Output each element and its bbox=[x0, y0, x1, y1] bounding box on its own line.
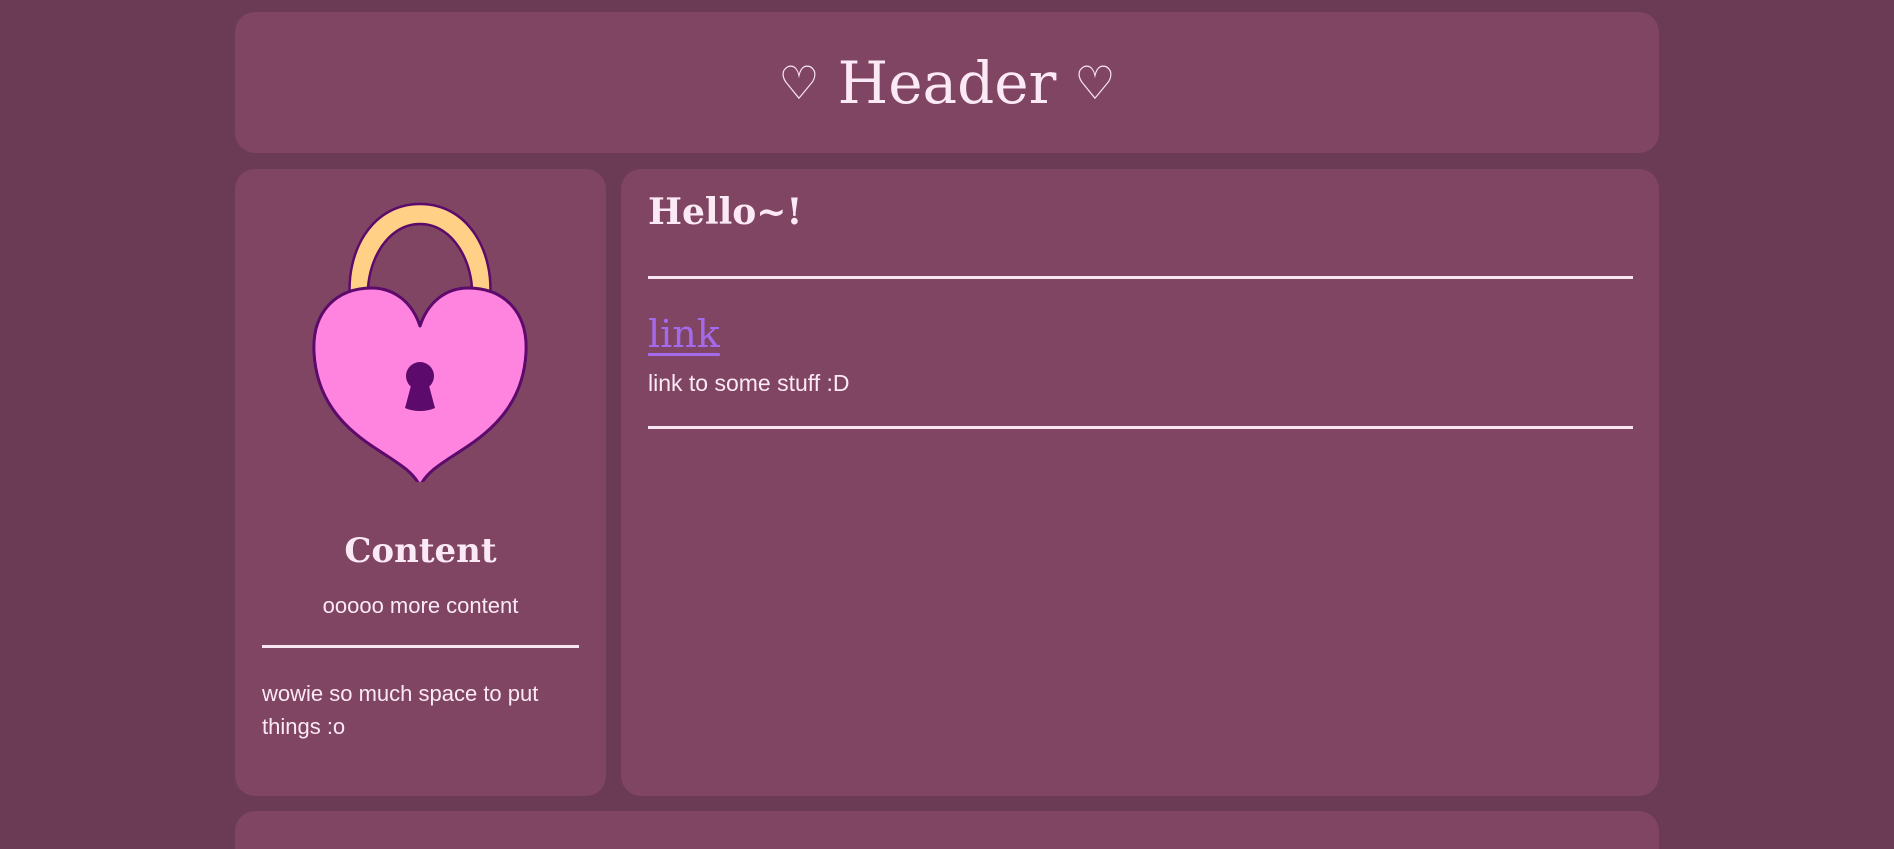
sidebar: Content ooooo more content wowie so much… bbox=[235, 169, 606, 796]
sidebar-title: Content bbox=[344, 531, 497, 571]
sidebar-subtitle: ooooo more content bbox=[322, 593, 519, 618]
page-title: ♡ Header ♡ bbox=[760, 49, 1133, 117]
footer-panel bbox=[235, 811, 1659, 849]
main-content-panel: Hello~! link link to some stuff :D bbox=[621, 169, 1659, 796]
main-divider-bottom bbox=[648, 426, 1633, 429]
main-heading: Hello~! bbox=[648, 191, 803, 233]
header-panel: ♡ Header ♡ bbox=[235, 12, 1659, 153]
heart-outline-icon: ♡ bbox=[1074, 55, 1116, 110]
heart-outline-icon: ♡ bbox=[778, 55, 820, 110]
link-description: link to some stuff :D bbox=[648, 370, 850, 396]
sidebar-divider bbox=[262, 645, 579, 648]
page: ♡ Header ♡ Content ooooo more content wowi… bbox=[0, 0, 1894, 849]
main-link[interactable]: link bbox=[648, 312, 720, 356]
header-title-text: Header bbox=[837, 48, 1057, 117]
sidebar-body-text: wowie so much space to put things :o bbox=[262, 681, 539, 739]
main-divider-top bbox=[648, 276, 1633, 279]
heart-padlock-icon bbox=[312, 202, 528, 482]
